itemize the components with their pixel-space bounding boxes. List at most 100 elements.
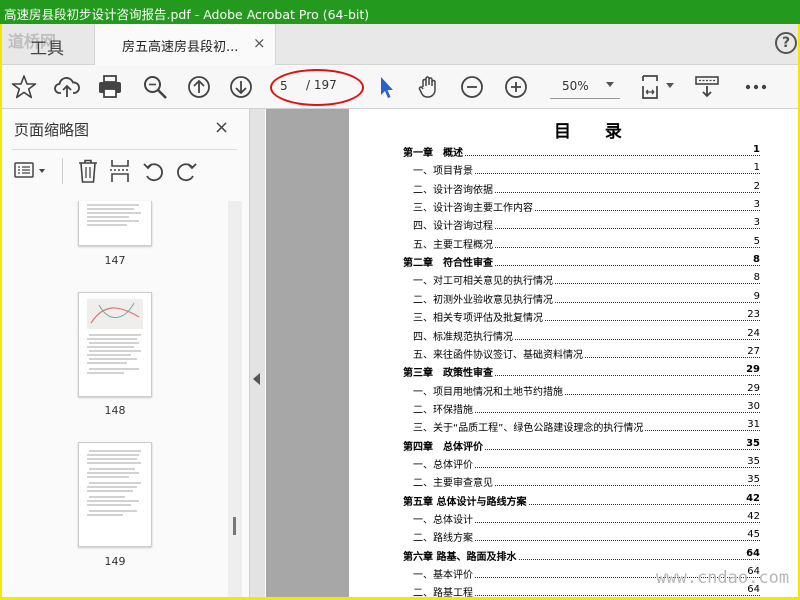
search-icon[interactable] (141, 73, 169, 101)
toc-entry-text: 二、环保措施 (403, 400, 475, 416)
zoom-level-select[interactable]: 50% (550, 76, 620, 99)
zoom-in-icon[interactable] (502, 73, 530, 101)
page-thumbnail[interactable] (78, 201, 152, 246)
page-thumbnail[interactable] (78, 442, 152, 547)
toc-entry-text: 一、总体评价 (403, 455, 475, 471)
title-bar: 高速房县段初步设计咨询报告.pdf - Adobe Acrobat Pro (6… (0, 0, 800, 24)
toc-section-entry[interactable]: 二、路线方案 45 (403, 528, 760, 545)
toc-entry-text: 四、设计咨询过程 (403, 217, 495, 233)
fit-page-icon[interactable] (638, 73, 666, 101)
toc-entry-text: 三、设计咨询主要工作内容 (403, 199, 535, 215)
toc-entry-text: 第四章 总体评价 (403, 437, 485, 453)
read-mode-icon[interactable] (693, 73, 721, 101)
toc-entry-page: 31 (745, 419, 760, 431)
toc-entry-page: 5 (751, 235, 760, 247)
toc-section-entry[interactable]: 一、项目用地情况和土地节约措施 29 (403, 382, 760, 398)
document-page: 目 录 第一章 概述 1 一、项目背景 1 二、设计咨询依据 2 三、设计咨询主要工作内容 3… (349, 109, 798, 597)
toc-section-entry[interactable]: 二、设计咨询依据 2 (403, 180, 760, 196)
toc-entry-page: 35 (745, 455, 760, 467)
print-icon[interactable] (96, 73, 124, 101)
toc-entry-text: 一、项目用地情况和土地节约措施 (403, 382, 565, 398)
toc-entry-page: 29 (744, 364, 760, 376)
toc-entry-text: 二、路线方案 (403, 529, 475, 545)
toc-entry-page: 3 (751, 217, 760, 229)
toc-entry-text: 一、总体设计 (403, 511, 475, 526)
toc-entry-text: 一、对工可相关意见的执行情况 (403, 272, 555, 288)
toc-chapter-entry[interactable]: 第一章 概述 1 (403, 143, 760, 159)
toc-entry-page: 30 (745, 400, 760, 412)
scrollbar-thumb[interactable] (233, 517, 236, 535)
toc-entry-text: 三、关于“品质工程”、绿色公路建设理念的执行情况 (403, 419, 646, 435)
toc-section-entry[interactable]: 一、总体设计 42 (403, 510, 760, 526)
watermark-bottom-right: www.cndao.com (656, 568, 790, 588)
toc-section-entry[interactable]: 三、关于“品质工程”、绿色公路建设理念的执行情况 31 (403, 418, 760, 435)
toc-section-entry[interactable]: 一、项目背景 1 (403, 161, 760, 178)
toc-entry-text: 二、路基工程 (403, 584, 475, 597)
toc-entry-text: 第三章 政策性审查 (403, 364, 495, 380)
toc-entry-page: 29 (745, 382, 760, 394)
toc-entry-page: 23 (745, 309, 760, 321)
select-cursor-icon[interactable] (372, 73, 400, 101)
bookmark-star-icon[interactable] (10, 73, 38, 101)
options-menu-icon[interactable] (14, 160, 45, 182)
toc-entry-page: 3 (751, 199, 760, 211)
toc-section-entry[interactable]: 二、主要审查意见 35 (403, 473, 760, 490)
toc-chapter-entry[interactable]: 第五章 总体设计与路线方案 42 (403, 492, 760, 508)
upload-cloud-icon[interactable] (53, 73, 81, 101)
toc-section-entry[interactable]: 三、相关专项评估及批复情况 23 (403, 308, 760, 325)
toc-entry-page: 35 (744, 437, 760, 449)
close-panel-icon[interactable]: × (214, 117, 229, 138)
toc-section-entry[interactable]: 五、来往函件协议签订、基础资料情况 27 (403, 345, 760, 361)
rotate-ccw-icon[interactable] (142, 158, 166, 184)
zoom-out-icon[interactable] (458, 73, 486, 101)
delete-page-icon[interactable] (76, 158, 100, 184)
toc-entry-text: 四、标准规范执行情况 (403, 327, 515, 343)
toc-entry-text: 第六章 路基、路面及排水 (403, 547, 519, 563)
toc-entry-page: 24 (745, 327, 760, 339)
help-icon[interactable]: ? (775, 32, 797, 54)
toc-section-entry[interactable]: 一、对工可相关意见的执行情况 8 (403, 271, 760, 288)
hand-tool-icon[interactable] (415, 73, 443, 101)
toc-entry-page: 1 (751, 162, 760, 174)
window-title: 高速房县段初步设计咨询报告.pdf - Adobe Acrobat Pro (6… (4, 7, 370, 22)
next-page-icon[interactable] (227, 73, 255, 101)
toc-entry-page: 2 (751, 180, 760, 192)
thumbnails-scrollbar[interactable] (228, 201, 242, 597)
tab-tools-label: 工具 (30, 39, 64, 59)
close-tab-icon[interactable]: × (253, 34, 266, 52)
toc-chapter-entry[interactable]: 第二章 符合性审查 8 (403, 253, 760, 270)
fit-dropdown-chevron-icon[interactable] (666, 83, 674, 88)
toc-entry-page: 27 (745, 345, 760, 357)
panel-collapse-bar[interactable] (250, 109, 265, 597)
more-icon[interactable] (742, 73, 770, 101)
toc-section-entry[interactable]: 三、设计咨询主要工作内容 3 (403, 198, 760, 215)
toc-chapter-entry[interactable]: 第六章 路基、路面及排水 64 (403, 547, 760, 563)
collapse-arrow-icon[interactable] (253, 373, 260, 385)
page-thumbnail[interactable] (78, 292, 152, 397)
toc-entry-text: 五、主要工程概况 (403, 235, 495, 251)
toc-title: 目 录 (554, 122, 636, 142)
tab-document-label: 房五高速房县段初... (122, 40, 239, 55)
toc-entry-text: 二、主要审查意见 (403, 474, 495, 490)
rotate-cw-icon[interactable] (174, 158, 198, 184)
tab-tools[interactable]: 工具 (2, 24, 94, 64)
tab-document[interactable]: 房五高速房县段初... × (94, 24, 276, 65)
toc-section-entry[interactable]: 五、主要工程概况 5 (403, 235, 760, 251)
extract-page-icon[interactable] (108, 158, 132, 184)
toc-section-entry[interactable]: 四、标准规范执行情况 24 (403, 327, 760, 343)
toc-chapter-entry[interactable]: 第四章 总体评价 35 (403, 437, 760, 453)
toc-chapter-entry[interactable]: 第三章 政策性审查 29 (403, 363, 760, 380)
toc-section-entry[interactable]: 二、环保措施 30 (403, 400, 760, 416)
toc-entry-text: 第五章 总体设计与路线方案 (403, 492, 529, 508)
toc-entry-page: 42 (745, 511, 760, 522)
toc-section-entry[interactable]: 四、设计咨询过程 3 (403, 216, 760, 233)
toc-section-entry[interactable]: 一、总体评价 35 (403, 455, 760, 471)
chevron-down-icon (606, 82, 614, 87)
document-viewer[interactable]: 目 录 第一章 概述 1 一、项目背景 1 二、设计咨询依据 2 三、设计咨询主要工作内容 3… (266, 109, 798, 597)
toc-entry-text: 五、来往函件协议签订、基础资料情况 (403, 345, 585, 361)
toc-section-entry[interactable]: 二、初测外业验收意见执行情况 9 (403, 290, 760, 306)
zoom-level-value: 50% (562, 79, 589, 93)
prev-page-icon[interactable] (185, 73, 213, 101)
toc-entry-text: 第一章 概述 (403, 144, 465, 159)
toc-entry-text: 三、相关专项评估及批复情况 (403, 309, 545, 325)
